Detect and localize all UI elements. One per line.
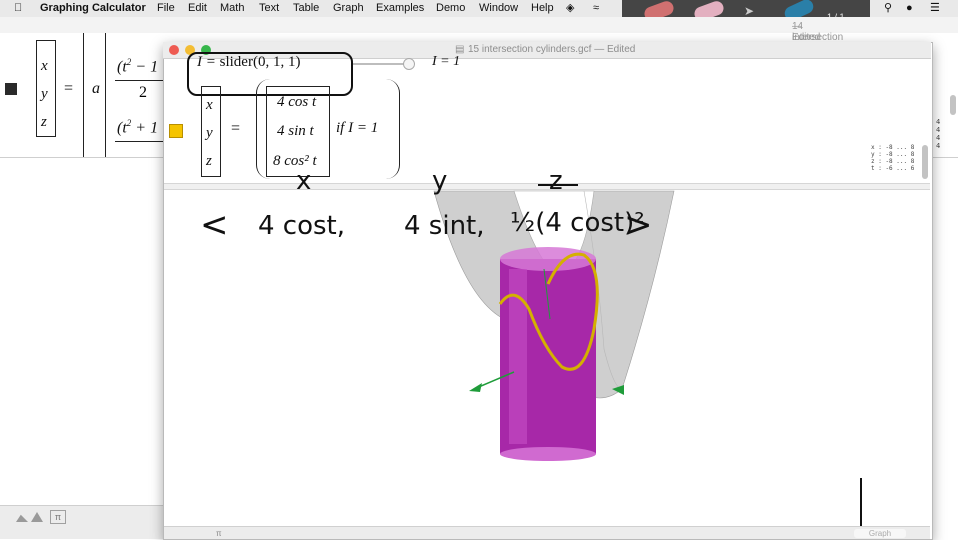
back-fraction2-top: (t2 + 1 [117, 118, 159, 137]
menu-graph[interactable]: Graph [333, 1, 364, 16]
handwritten-z-bar [538, 184, 578, 186]
menu-table[interactable]: Table [293, 1, 319, 16]
wifi-icon[interactable]: ≈ [593, 1, 599, 16]
app-menu[interactable]: Graphing Calculator [40, 1, 146, 16]
spotlight-search-icon[interactable]: ⚲ [884, 1, 892, 16]
back-window-titlebar[interactable]: 14 intersection cone plane.gcf — Edited [0, 17, 958, 65]
rhs-y-expr: 4 sin t [277, 123, 314, 139]
back-scrollbar-thumb[interactable] [950, 95, 956, 115]
back-coef-a: a [92, 80, 100, 97]
back-divider [0, 157, 163, 158]
front-lhs-z: z [206, 153, 212, 169]
back-right-divider [931, 157, 958, 158]
back-margin-values: 4444 [936, 118, 941, 150]
back-matrix-bracket [105, 33, 106, 157]
handwritten-x-label: x [296, 166, 312, 196]
handwritten-y-label: y [432, 166, 448, 196]
handwritten-close-bracket: > [624, 205, 653, 245]
front-equals-sign: = [231, 120, 241, 137]
menu-window[interactable]: Window [479, 1, 518, 16]
back-fraction2-line [115, 141, 165, 142]
menu-help[interactable]: Help [531, 1, 554, 16]
front-status-bar: π Graph [164, 526, 930, 539]
apple-icon[interactable]:  [14, 1, 22, 16]
menu-math[interactable]: Math [220, 1, 244, 16]
zoom-in-mountain-icon[interactable] [31, 512, 43, 522]
siri-icon[interactable]: ● [906, 1, 913, 16]
menu-examples[interactable]: Examples [376, 1, 424, 16]
notification-center-icon[interactable]: ☰ [930, 1, 940, 16]
front-window-title: 15 intersection cylinders.gcf [468, 44, 592, 55]
menu-demo[interactable]: Demo [436, 1, 465, 16]
back-equation-color-square[interactable] [5, 83, 17, 95]
x-axis-arrowhead [469, 383, 482, 392]
front-window-edited: — Edited [594, 44, 636, 55]
back-lhs-x: x [41, 58, 48, 74]
front-scrollbar-thumb[interactable] [922, 145, 928, 179]
front-pi-icon[interactable]: π [216, 529, 222, 538]
back-fraction-top: (t2 − 1 [117, 57, 159, 76]
back-lhs-z: z [41, 114, 47, 130]
back-abs-bar-left [83, 33, 84, 157]
equation-condition: if I = 1 [336, 120, 379, 136]
pointer-tool-icon[interactable]: ➤ [744, 4, 764, 18]
front-lhs-y: y [206, 125, 213, 141]
handwritten-tick-mark [860, 478, 862, 526]
back-window-edited: — Edited [792, 21, 821, 43]
equation-color-square[interactable] [169, 124, 183, 138]
handwritten-x-component: 4 cost, [258, 211, 346, 241]
dropbox-icon[interactable]: ◈ [566, 1, 574, 16]
handwritten-open-bracket: < [200, 205, 229, 245]
front-lhs-x: x [206, 97, 213, 113]
back-equals-sign: = [64, 80, 74, 97]
back-fraction-line [115, 80, 165, 81]
graph-button[interactable]: Graph [854, 529, 906, 538]
axis-ranges: x : -8 ... 8 y : -8 ... 8 z : -8 ... 8 t… [871, 144, 915, 172]
zoom-out-mountain-icon[interactable] [16, 514, 28, 522]
back-status-bar: π [0, 505, 163, 539]
pi-icon[interactable]: π [50, 510, 66, 524]
back-fraction-bottom: 2 [139, 84, 147, 101]
rhs-x-expr: 4 cos t [277, 94, 317, 110]
slider-value: I = 1 [432, 54, 461, 69]
close-button[interactable] [169, 45, 179, 55]
cylinder-surface [500, 247, 596, 461]
menu-edit[interactable]: Edit [188, 1, 207, 16]
handwritten-z-label: z [549, 166, 563, 196]
menu-file[interactable]: File [157, 1, 175, 16]
menu-text[interactable]: Text [259, 1, 279, 16]
slider-thumb[interactable] [403, 58, 415, 70]
handwritten-y-component: 4 sint, [404, 211, 485, 241]
back-lhs-y: y [41, 86, 48, 102]
